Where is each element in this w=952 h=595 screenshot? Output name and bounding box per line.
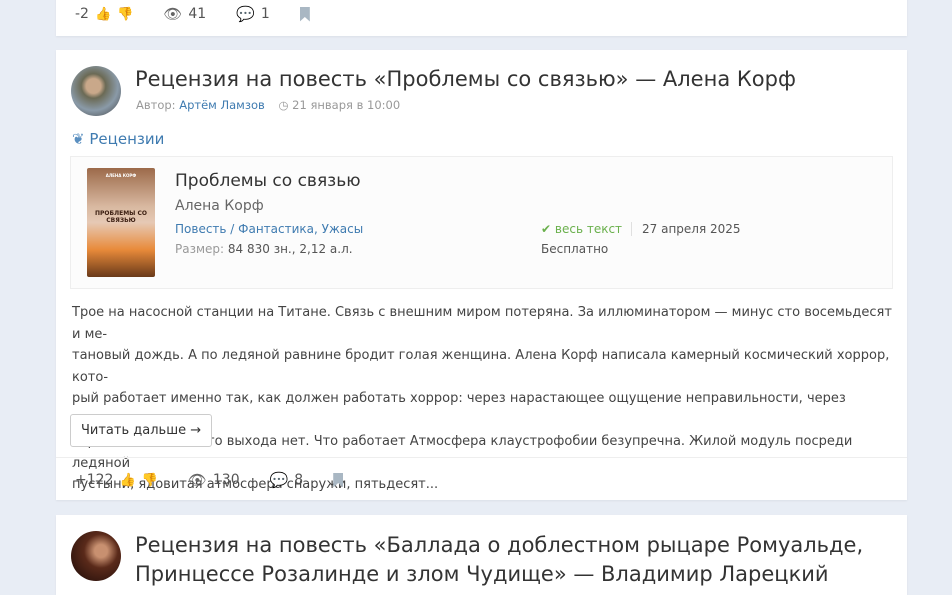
post-stats: +122 👍 👎 👁 130 💬 8 bbox=[56, 458, 344, 502]
avatar[interactable] bbox=[71, 531, 121, 581]
comments-icon[interactable]: 💬 bbox=[236, 5, 255, 23]
comments-count[interactable]: 1 bbox=[261, 6, 270, 22]
category-link[interactable]: ❦ Рецензии bbox=[72, 130, 164, 148]
post-title[interactable]: Рецензия на повесть «Проблемы со связью»… bbox=[135, 65, 796, 94]
comments-icon[interactable]: 💬 bbox=[270, 471, 289, 489]
post-meta: Автор: Артём Ламзов ◷ 21 января в 10:00 bbox=[136, 98, 401, 112]
post-card-next: Рецензия на повесть «Баллада о доблестно… bbox=[56, 515, 907, 595]
post-date: 21 января в 10:00 bbox=[292, 98, 401, 112]
bookmark-icon[interactable] bbox=[299, 6, 310, 22]
views-count: 130 bbox=[212, 472, 240, 488]
book-status: ✔ весь текст bbox=[541, 222, 623, 236]
check-icon: ✔ bbox=[541, 222, 552, 236]
thumbs-down-icon[interactable]: 👎 bbox=[117, 7, 133, 22]
post-stats: -2 👍 👎 👁 41 💬 1 bbox=[56, 0, 907, 36]
eye-icon: 👁 bbox=[163, 5, 183, 23]
rating: +122 bbox=[75, 472, 114, 488]
book-card: АЛЕНА КОРФ ПРОБЛЕМЫ СО СВЯЗЬЮ Проблемы со… bbox=[70, 156, 893, 289]
rating: -2 bbox=[75, 6, 89, 22]
author-link[interactable]: Артём Ламзов bbox=[179, 98, 265, 112]
read-more-button[interactable]: Читать дальше → bbox=[70, 414, 213, 447]
book-author[interactable]: Алена Корф bbox=[175, 198, 264, 214]
post-card-previous: -2 👍 👎 👁 41 💬 1 bbox=[56, 0, 907, 36]
thumbs-down-icon[interactable]: 👎 bbox=[142, 473, 158, 488]
feather-icon: ❦ bbox=[72, 130, 85, 148]
thumbs-up-icon[interactable]: 👍 bbox=[119, 473, 135, 488]
book-title[interactable]: Проблемы со связью bbox=[175, 171, 361, 191]
post-card: Рецензия на повесть «Проблемы со связью»… bbox=[56, 50, 907, 500]
bookmark-icon[interactable] bbox=[333, 472, 344, 488]
book-cover[interactable]: АЛЕНА КОРФ ПРОБЛЕМЫ СО СВЯЗЬЮ bbox=[87, 168, 155, 277]
clock-icon: ◷ bbox=[278, 98, 289, 112]
thumbs-up-icon[interactable]: 👍 bbox=[95, 7, 111, 22]
avatar[interactable] bbox=[71, 66, 121, 116]
comments-count[interactable]: 8 bbox=[294, 472, 303, 488]
eye-icon: 👁 bbox=[187, 471, 207, 489]
book-price: Бесплатно bbox=[541, 242, 609, 256]
book-genres: Повесть / Фантастика, Ужасы bbox=[175, 222, 364, 236]
post-title[interactable]: Рецензия на повесть «Баллада о доблестно… bbox=[135, 531, 863, 589]
views-count: 41 bbox=[188, 6, 207, 22]
book-date: 27 апреля 2025 bbox=[631, 222, 741, 236]
book-size: Размер: 84 830 зн., 2,12 а.л. bbox=[175, 242, 353, 256]
